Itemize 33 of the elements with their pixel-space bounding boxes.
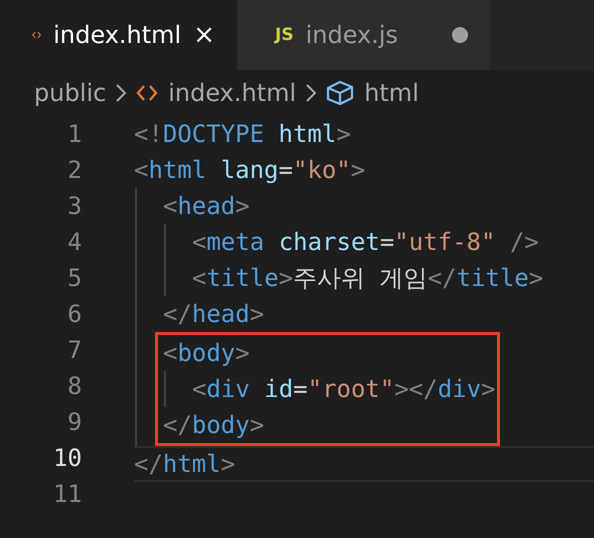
line-number: 7 (66, 336, 82, 364)
line-number: 6 (66, 300, 82, 328)
editor-tab[interactable]: index.html × (0, 0, 237, 70)
js-file-icon: JS (275, 25, 294, 45)
line-number: 3 (66, 192, 82, 220)
breadcrumb-item[interactable]: index.html (168, 79, 296, 107)
line-number: 10 (52, 444, 82, 472)
editor-tab[interactable]: JS index.js (237, 0, 490, 70)
code-line: </body> (163, 411, 264, 439)
unsaved-dot-icon (452, 27, 468, 43)
line-number: 9 (66, 408, 82, 436)
cube-icon (326, 80, 354, 106)
code-line: <html lang="ko"> (134, 156, 366, 184)
code-line: <head> (163, 192, 250, 220)
code-line: <body> (163, 339, 250, 367)
line-number: 11 (52, 480, 82, 508)
breadcrumb-item[interactable]: public (34, 79, 106, 107)
chevron-icon (116, 84, 126, 102)
line-number: 4 (66, 228, 82, 256)
code-line: <div id="root"></div> (192, 375, 496, 403)
code-line: <!DOCTYPE html> (134, 120, 351, 148)
line-number: 2 (66, 156, 82, 184)
chevron-icon (306, 84, 316, 102)
code-line: <title>주사위 게임</title> (192, 263, 544, 294)
line-number: 1 (66, 120, 82, 148)
close-icon[interactable]: × (193, 20, 215, 50)
code-line: </head> (163, 300, 264, 328)
code-brackets-icon (136, 84, 158, 102)
code-line: <meta charset="utf-8" /> (192, 228, 539, 256)
breadcrumb-item[interactable]: html (364, 79, 419, 107)
line-number: 5 (66, 264, 82, 292)
line-number: 8 (66, 372, 82, 400)
code-line: </html> (134, 450, 236, 478)
